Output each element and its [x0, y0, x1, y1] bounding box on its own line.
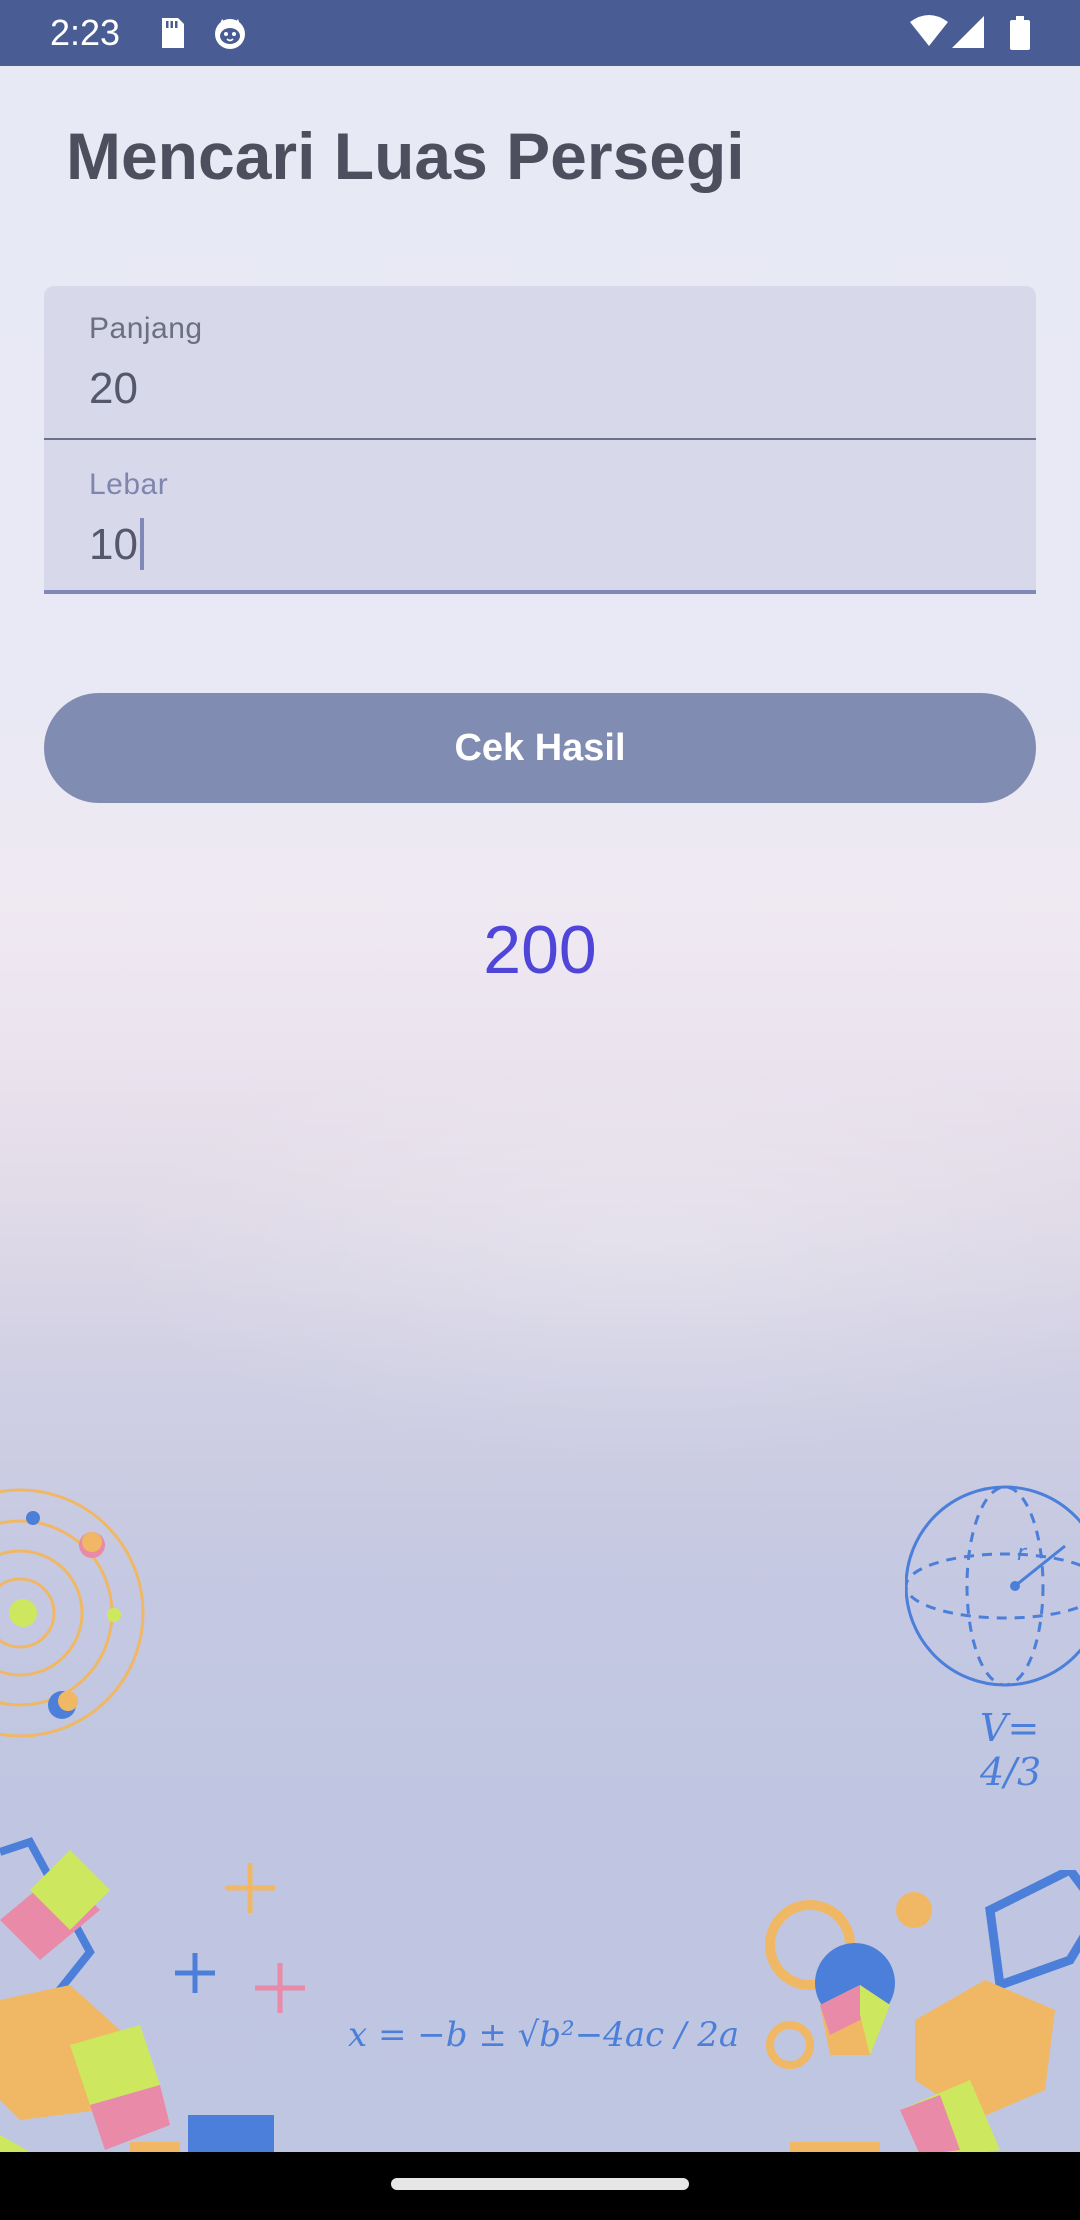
width-field[interactable]: Lebar 10	[44, 440, 1036, 594]
text-caret	[139, 518, 144, 571]
length-field-value[interactable]: 20	[89, 362, 138, 416]
result-value: 200	[483, 912, 597, 988]
check-result-button[interactable]: Cek Hasil	[44, 693, 1036, 803]
width-field-value-wrap[interactable]: 10	[89, 518, 144, 572]
status-right-icons	[910, 14, 1040, 52]
wifi-icon	[910, 15, 948, 46]
status-bar: 2:23	[0, 0, 1080, 66]
width-field-label: Lebar	[89, 468, 169, 501]
app-screen: 2:23 Mencari Luas Persegi Panjang 20 Leb…	[0, 0, 1080, 2220]
cat-face-icon	[215, 19, 245, 49]
length-field-label: Panjang	[89, 312, 203, 345]
signal-icon	[952, 16, 984, 48]
status-time: 2:23	[50, 12, 121, 53]
orbit-illustration	[0, 1488, 145, 1738]
status-left-icons	[156, 14, 246, 52]
page-title: Mencari Luas Persegi	[66, 119, 745, 193]
length-field[interactable]: Panjang 20	[44, 286, 1036, 440]
volume-formula: V= 4/3	[980, 1706, 1042, 1794]
navigation-bar	[0, 2152, 1080, 2220]
plus-signs	[175, 1863, 305, 2013]
battery-icon	[1010, 16, 1030, 50]
width-field-value[interactable]: 10	[89, 520, 138, 569]
home-gesture-handle[interactable]	[391, 2178, 689, 2190]
quadratic-formula: x = −b ± √b²−4ac / 2a	[348, 2015, 740, 2055]
background-cloud	[0, 1080, 1080, 1500]
shapes-right	[765, 1870, 1080, 2152]
sd-card-icon	[162, 18, 184, 48]
